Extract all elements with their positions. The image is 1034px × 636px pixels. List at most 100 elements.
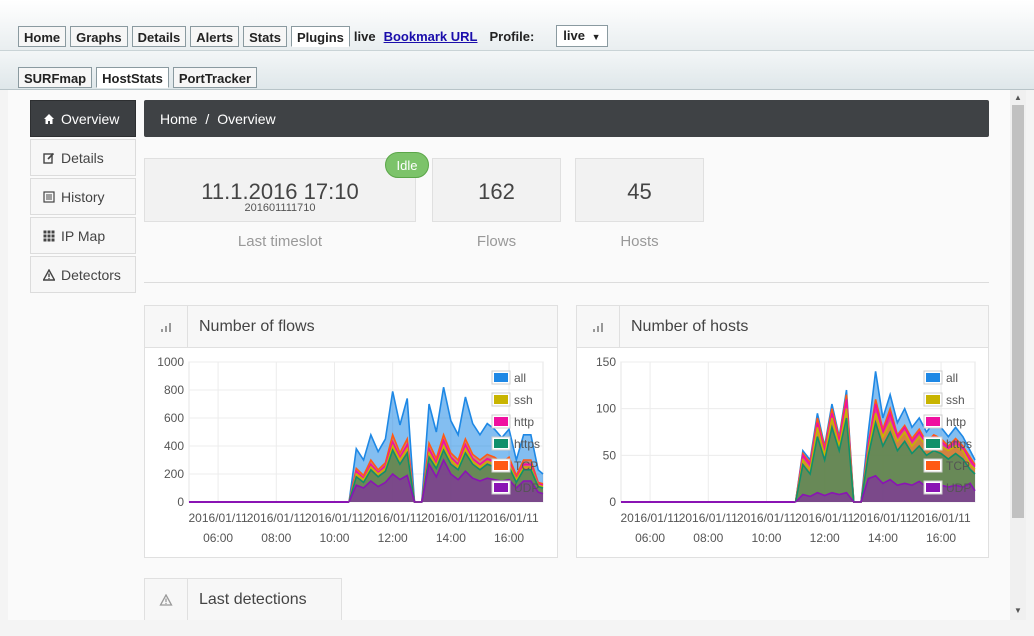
nav-history[interactable]: History (30, 178, 136, 215)
x-tick-label: 2016/01/11 (911, 511, 970, 525)
x-tick-label: 10:00 (319, 531, 349, 545)
x-tick-label: 2016/01/11 (247, 511, 306, 525)
bar-chart-icon (145, 306, 188, 347)
x-tick-label: 2016/01/11 (795, 511, 854, 525)
hosts-chart-title: Number of hosts (631, 317, 749, 335)
y-tick-label: 1000 (157, 355, 184, 369)
scroll-up-icon[interactable]: ▲ (1014, 93, 1022, 102)
x-tick-label: 2016/01/11 (189, 511, 248, 525)
nav-details[interactable]: Details (30, 139, 136, 176)
x-tick-label: 2016/01/11 (679, 511, 738, 525)
side-navigation: Overview Details History IP Map Detector… (30, 100, 136, 295)
legend-swatch-ssh (494, 395, 508, 404)
legend-label-all: all (514, 371, 526, 385)
x-tick-label: 14:00 (436, 531, 466, 545)
flows-card: 162 (432, 158, 561, 222)
warning-icon (43, 268, 55, 281)
legend-label-tcp: TCP (514, 459, 538, 473)
y-tick-label: 200 (164, 467, 184, 481)
legend-swatch-https (926, 439, 940, 448)
hosts-value: 45 (627, 179, 652, 204)
status-badge: Idle (385, 152, 429, 178)
plugin-tab-porttracker[interactable]: PortTracker (172, 67, 258, 88)
timeslot-card: 11.1.2016 17:10 201601111710 (144, 158, 416, 222)
scroll-down-icon[interactable]: ▼ (1014, 606, 1022, 615)
last-detections-header: Last detections (145, 579, 341, 620)
x-tick-label: 06:00 (635, 531, 665, 545)
legend-label-tcp: TCP (946, 459, 970, 473)
legend-swatch-ssh (926, 395, 940, 404)
profile-label: Profile: (489, 28, 535, 44)
timeslot-label: Last timeslot (237, 233, 323, 250)
legend-label-all: all (946, 371, 958, 385)
x-tick-label: 2016/01/11 (621, 511, 680, 525)
x-tick-label: 16:00 (926, 531, 956, 545)
scrollbar-thumb[interactable] (1012, 105, 1024, 518)
y-tick-label: 50 (603, 448, 617, 462)
x-tick-label: 2016/01/11 (363, 511, 422, 525)
y-tick-label: 800 (164, 383, 184, 397)
hosts-label: Hosts (620, 233, 659, 250)
profile-select-value: live (563, 28, 585, 43)
legend-swatch-udp (926, 483, 940, 492)
legend-label-ssh: ssh (514, 393, 533, 407)
flows-chart-panel: Number of flows 0 200 400 600 800 1000 2016/01… (144, 305, 558, 558)
x-tick-label: 2016/01/11 (737, 511, 796, 525)
flows-chart-header: Number of flows (145, 306, 557, 348)
x-tick-label: 14:00 (868, 531, 898, 545)
last-detections-title: Last detections (199, 590, 307, 608)
grid-icon (43, 230, 55, 242)
nav-overview-label: Overview (61, 110, 120, 127)
legend-label-https: https (946, 437, 972, 451)
breadcrumb: Home / Overview (144, 100, 989, 137)
y-tick-label: 400 (164, 439, 184, 453)
breadcrumb-separator: / (205, 110, 210, 127)
nav-overview[interactable]: Overview (30, 100, 136, 137)
nav-ip-map[interactable]: IP Map (30, 217, 136, 254)
plugin-tab-bar: SURFmap HostStats PortTracker (0, 51, 1034, 90)
top-menu-bar: Home Graphs Details Alerts Stats Plugins… (0, 0, 1034, 51)
tab-plugins[interactable]: Plugins (290, 25, 350, 47)
flows-value: 162 (478, 179, 515, 204)
legend-swatch-tcp (926, 461, 940, 470)
tab-home[interactable]: Home (18, 25, 67, 47)
tab-details[interactable]: Details (131, 25, 187, 47)
warning-icon (145, 579, 188, 620)
x-tick-label: 2016/01/11 (421, 511, 480, 525)
breadcrumb-current: Overview (217, 110, 276, 127)
legend-label-http: http (514, 415, 534, 429)
live-label: live (353, 28, 376, 44)
tab-graphs[interactable]: Graphs (70, 25, 128, 47)
breadcrumb-home[interactable]: Home (160, 111, 197, 127)
legend-swatch-https (494, 439, 508, 448)
plugin-tab-row: SURFmap HostStats PortTracker (18, 67, 261, 88)
y-tick-label: 0 (177, 495, 184, 509)
hosts-chart-panel: Number of hosts 0 50 100 150 2016/01/11 06:00… (576, 305, 989, 558)
bookmark-url-link[interactable]: Bookmark URL (384, 29, 478, 44)
list-icon (43, 190, 55, 203)
x-tick-label: 08:00 (261, 531, 291, 545)
nav-detectors[interactable]: Detectors (30, 256, 136, 293)
x-tick-label: 12:00 (810, 531, 840, 545)
profile-select[interactable]: live ▼ (556, 25, 608, 47)
hosts-chart: 0 50 100 150 2016/01/11 06:00 2016/01/11 08:00 2… (596, 355, 976, 545)
vertical-scrollbar[interactable]: ▲ ▼ (1010, 90, 1026, 620)
plugin-tab-hoststats[interactable]: HostStats (96, 67, 169, 88)
legend-label-https: https (514, 437, 540, 451)
x-tick-label: 08:00 (693, 531, 723, 545)
nav-ip-map-label: IP Map (61, 227, 106, 244)
legend-label-udp: UDP (514, 481, 539, 495)
x-tick-label: 10:00 (751, 531, 781, 545)
tab-stats[interactable]: Stats (243, 25, 287, 47)
tab-alerts[interactable]: Alerts (190, 25, 240, 47)
y-tick-label: 150 (596, 355, 616, 369)
flows-chart-title: Number of flows (199, 317, 315, 335)
timeslot-raw: 201601111710 (244, 202, 316, 214)
x-tick-label: 12:00 (378, 531, 408, 545)
bar-chart-icon (577, 306, 620, 347)
legend-swatch-http (926, 417, 940, 426)
legend-label-ssh: ssh (946, 393, 965, 407)
legend-swatch-tcp (494, 461, 508, 470)
x-tick-label: 16:00 (494, 531, 524, 545)
plugin-tab-surfmap[interactable]: SURFmap (18, 67, 93, 88)
